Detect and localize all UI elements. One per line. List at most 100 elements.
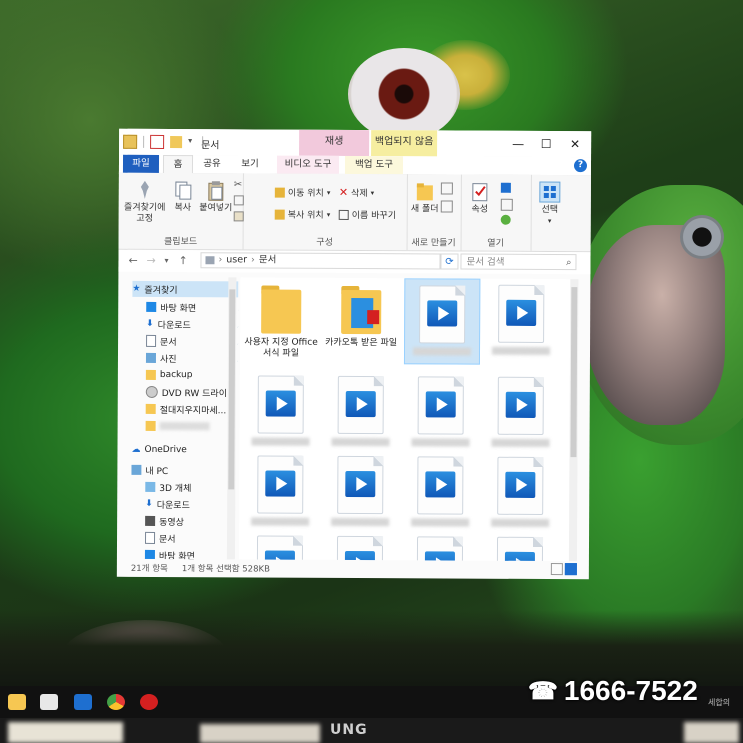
details-view-icon[interactable] bbox=[550, 563, 563, 576]
folder-icon[interactable] bbox=[123, 134, 138, 149]
nav-item-pc-documents[interactable]: 문서 bbox=[131, 530, 238, 547]
breadcrumb-user[interactable]: user bbox=[226, 252, 247, 268]
paste-button[interactable]: 붙여넣기 bbox=[199, 179, 233, 214]
store-icon[interactable] bbox=[40, 694, 58, 710]
tab-share[interactable]: 공유 bbox=[197, 155, 227, 173]
file-explorer-icon[interactable] bbox=[8, 694, 26, 710]
nav-label: 다운로드 bbox=[156, 500, 190, 511]
recent-chevron-icon[interactable]: ▾ bbox=[164, 256, 168, 265]
file-item[interactable] bbox=[483, 456, 557, 533]
app-icon[interactable] bbox=[140, 694, 158, 710]
file-item[interactable] bbox=[243, 535, 317, 562]
scroll-thumb[interactable] bbox=[228, 289, 236, 490]
properties-icon[interactable] bbox=[150, 134, 165, 150]
cut-icon[interactable]: ✂ bbox=[234, 179, 242, 190]
new-folder-button[interactable]: 새 폴더 bbox=[411, 180, 439, 215]
up-arrow-icon[interactable]: ↑ bbox=[178, 254, 187, 267]
file-item[interactable] bbox=[483, 376, 557, 453]
properties-button[interactable]: 속성 bbox=[465, 181, 495, 216]
pin-icon: 📌 bbox=[237, 337, 238, 345]
dvd-icon bbox=[145, 385, 158, 398]
item-count: 21개 항목 bbox=[130, 563, 168, 575]
nav-this-pc[interactable]: 내 PC bbox=[131, 462, 237, 479]
nav-item-pc-downloads[interactable]: ⬇ 다운로드 bbox=[131, 496, 238, 513]
forward-arrow-icon[interactable]: → bbox=[146, 254, 155, 267]
search-input[interactable]: 문서 검색 ⌕ bbox=[460, 253, 577, 271]
nav-item-desktop[interactable]: 바탕 화면 📌 bbox=[132, 299, 238, 316]
open-icon[interactable] bbox=[500, 182, 511, 193]
copy-icon bbox=[175, 181, 192, 200]
outlook-icon[interactable] bbox=[74, 694, 92, 710]
nav-item-dvd[interactable]: DVD RW 드라이 bbox=[132, 384, 239, 401]
nav-item-pc-desktop[interactable]: 바탕 화면 bbox=[131, 547, 238, 560]
large-icons-view-icon[interactable] bbox=[564, 563, 577, 576]
chevron-down-icon[interactable]: ▾ bbox=[188, 136, 196, 148]
delete-button[interactable]: ✕ 삭제 ▾ bbox=[339, 186, 374, 199]
file-item[interactable] bbox=[483, 536, 557, 562]
scroll-thumb[interactable] bbox=[570, 287, 578, 458]
nav-item-3d-objects[interactable]: 3D 개체 bbox=[131, 479, 238, 496]
tab-backup-tools[interactable]: 백업 도구 bbox=[344, 155, 404, 175]
select-all-icon bbox=[539, 181, 561, 203]
nav-item-folder[interactable]: 절대지우지마세... bbox=[132, 401, 239, 418]
breadcrumb-documents[interactable]: 문서 bbox=[259, 253, 277, 269]
select-button[interactable]: 선택 ▾ bbox=[535, 181, 565, 227]
video-file-icon bbox=[497, 456, 544, 515]
file-item[interactable] bbox=[323, 455, 397, 532]
content-scrollbar[interactable] bbox=[568, 279, 579, 562]
address-bar-row: ← → ▾ ↑ › user › 문서 ⟳ 문서 검색 ⌕ bbox=[118, 249, 591, 275]
copy-button[interactable]: 복사 bbox=[171, 179, 195, 214]
nav-item-videos[interactable]: 동영상 bbox=[131, 513, 238, 530]
folder-icon bbox=[145, 403, 156, 414]
copy-to-button[interactable]: 복사 위치 ▾ bbox=[274, 208, 331, 221]
nav-label: 동영상 bbox=[159, 517, 184, 528]
easy-access-icon[interactable] bbox=[440, 200, 453, 213]
close-button[interactable]: ✕ bbox=[562, 135, 588, 153]
edit-icon[interactable] bbox=[500, 198, 513, 211]
new-folder-icon[interactable] bbox=[170, 136, 183, 149]
chrome-icon[interactable] bbox=[107, 694, 125, 710]
move-to-button[interactable]: 이동 위치 ▾ bbox=[274, 186, 331, 199]
video-icon bbox=[145, 515, 156, 526]
file-item[interactable]: 카카오톡 받은 파일 bbox=[324, 282, 398, 372]
title-bar: ▾ 문서 재생 백업되지 않음 — ☐ ✕ bbox=[119, 128, 592, 158]
download-icon: ⬇ bbox=[146, 318, 154, 329]
nav-scrollbar[interactable] bbox=[226, 277, 237, 560]
nav-item-documents[interactable]: 문서 📌 bbox=[132, 333, 238, 350]
file-item[interactable] bbox=[323, 535, 397, 562]
file-item[interactable] bbox=[243, 375, 317, 451]
video-file-icon bbox=[419, 285, 466, 344]
file-explorer-window: ▾ 문서 재생 백업되지 않음 — ☐ ✕ 파일 홈 공유 보기 비디오 도구 … bbox=[116, 128, 592, 580]
tab-video-tools[interactable]: 비디오 도구 bbox=[276, 155, 340, 174]
folder-icon bbox=[145, 369, 156, 380]
back-arrow-icon[interactable]: ← bbox=[128, 254, 137, 267]
history-icon[interactable] bbox=[500, 214, 511, 225]
address-path[interactable]: › user › 문서 bbox=[200, 252, 441, 270]
new-item-icon[interactable] bbox=[440, 182, 453, 195]
help-icon[interactable]: ? bbox=[573, 159, 588, 173]
nav-item-backup[interactable]: backup bbox=[132, 367, 239, 384]
file-item-selected[interactable] bbox=[403, 278, 481, 365]
file-item[interactable] bbox=[403, 456, 477, 532]
nav-item-downloads[interactable]: ⬇ 다운로드 📌 bbox=[132, 316, 238, 333]
maximize-button[interactable]: ☐ bbox=[533, 135, 559, 153]
file-item[interactable] bbox=[243, 455, 317, 531]
rename-button[interactable]: 이름 바꾸기 bbox=[338, 208, 396, 221]
nav-item-pictures[interactable]: 사진 📌 bbox=[132, 350, 238, 367]
file-item[interactable]: 사용자 지정 Office 서식 파일 bbox=[244, 281, 318, 371]
minimize-button[interactable]: — bbox=[505, 135, 531, 153]
file-item[interactable] bbox=[403, 376, 477, 452]
nav-label: 즐겨찾기 bbox=[144, 285, 178, 296]
tab-view[interactable]: 보기 bbox=[233, 155, 267, 173]
file-item[interactable] bbox=[403, 536, 477, 562]
refresh-icon[interactable]: ⟳ bbox=[440, 253, 459, 270]
file-item[interactable] bbox=[484, 283, 558, 363]
delete-icon: ✕ bbox=[338, 185, 349, 199]
nav-onedrive[interactable]: ☁ OneDrive bbox=[131, 442, 237, 459]
nav-quick-access[interactable]: ★ 즐겨찾기 bbox=[132, 280, 239, 298]
tab-file[interactable]: 파일 bbox=[122, 154, 160, 173]
file-item[interactable] bbox=[323, 375, 397, 452]
tab-home[interactable]: 홈 bbox=[162, 154, 194, 175]
nav-item-redacted[interactable] bbox=[132, 418, 239, 435]
pin-to-quick-access-button[interactable]: 즐겨찾기에 고정 bbox=[123, 179, 167, 225]
